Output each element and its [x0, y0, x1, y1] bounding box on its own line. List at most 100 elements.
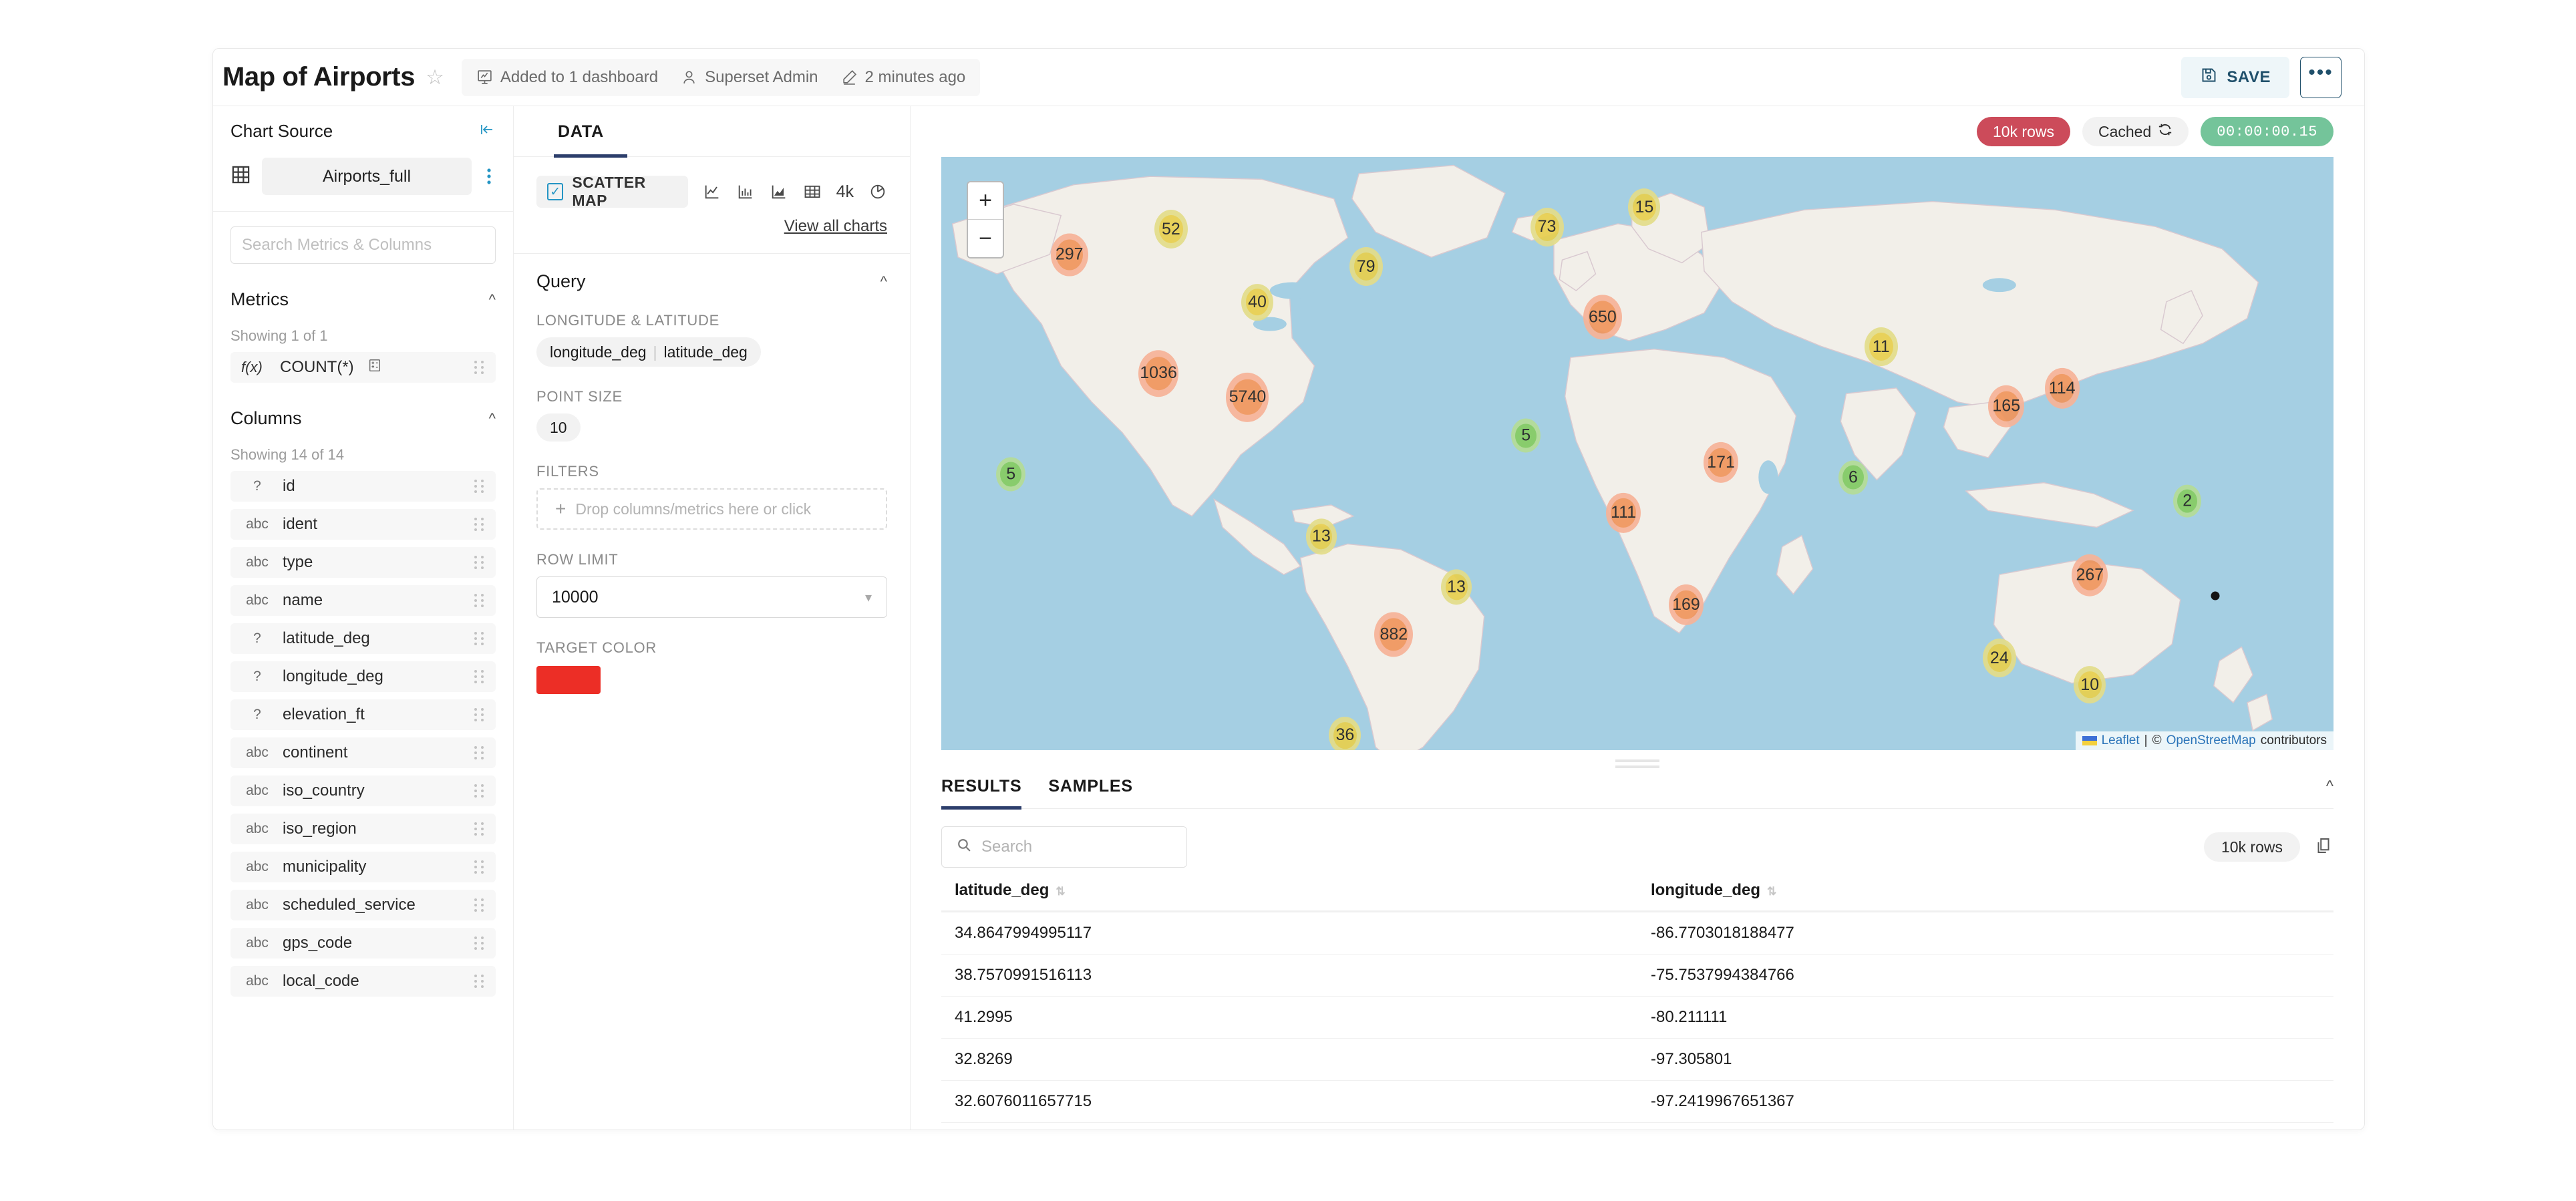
dataset-menu-icon[interactable] [482, 167, 496, 186]
cluster-marker[interactable]: 111 [1606, 493, 1641, 533]
viz-type-scatter-map[interactable]: ✓ SCATTER MAP [536, 176, 688, 208]
cluster-marker[interactable]: 882 [1374, 612, 1413, 657]
table-row[interactable]: 32.6076011657715-97.2419967651367 [941, 1081, 2333, 1123]
scatter-map[interactable]: + − 297524079103657405131388236731565051… [941, 157, 2333, 750]
column-item-iso-country[interactable]: abciso_country [230, 776, 496, 806]
tab-samples[interactable]: SAMPLES [1048, 777, 1132, 808]
modified-meta[interactable]: 2 minutes ago [841, 68, 966, 87]
big-number-4k-icon[interactable]: 4k [836, 182, 854, 202]
drag-handle-icon[interactable] [474, 361, 485, 374]
chevron-up-icon[interactable]: ^ [880, 275, 887, 289]
bar-chart-icon[interactable] [736, 182, 755, 201]
cluster-marker[interactable]: 10 [2074, 666, 2106, 703]
drag-handle-icon[interactable] [474, 975, 485, 988]
drag-handle-icon[interactable] [474, 594, 485, 607]
collapse-results-icon[interactable]: ^ [2326, 778, 2333, 808]
point-marker[interactable] [2211, 592, 2219, 600]
area-chart-icon[interactable] [770, 182, 788, 201]
filters-dropzone[interactable]: + Drop columns/metrics here or click [536, 488, 887, 530]
more-options-button[interactable]: ••• [2300, 57, 2342, 98]
tab-results[interactable]: RESULTS [941, 777, 1021, 808]
column-item-municipality[interactable]: abcmunicipality [230, 852, 496, 882]
save-button[interactable]: SAVE [2181, 57, 2289, 98]
owner-meta[interactable]: Superset Admin [681, 68, 818, 87]
zoom-out-button[interactable]: − [968, 220, 1003, 257]
table-icon[interactable] [803, 182, 822, 201]
drag-handle-icon[interactable] [474, 898, 485, 912]
line-chart-icon[interactable] [703, 182, 721, 201]
cluster-marker[interactable]: 40 [1241, 284, 1273, 321]
drag-handle-icon[interactable] [474, 708, 485, 721]
results-search-input[interactable]: Search [941, 826, 1187, 868]
status-badge-cached[interactable]: Cached [2082, 117, 2189, 146]
drag-handle-icon[interactable] [474, 784, 485, 798]
view-all-charts-link[interactable]: View all charts [514, 208, 910, 253]
query-section-header[interactable]: Query ^ [536, 271, 887, 292]
copy-icon[interactable] [2313, 836, 2333, 859]
column-item-type[interactable]: abctype [230, 547, 496, 578]
dashboard-count-meta[interactable]: Added to 1 dashboard [476, 68, 658, 87]
cluster-marker[interactable]: 267 [2072, 554, 2108, 596]
results-column-header[interactable]: longitude_deg⇅ [1637, 881, 2333, 912]
table-row[interactable]: 41.2995-80.211111 [941, 997, 2333, 1039]
table-row[interactable]: 32.8269-97.305801 [941, 1039, 2333, 1081]
drag-handle-icon[interactable] [474, 822, 485, 836]
search-metrics-columns-input[interactable]: Search Metrics & Columns [230, 226, 496, 264]
results-column-header[interactable]: latitude_deg⇅ [941, 881, 1637, 912]
drag-handle-icon[interactable] [474, 518, 485, 531]
column-item-gps-code[interactable]: abcgps_code [230, 928, 496, 959]
drag-handle-icon[interactable] [474, 936, 485, 950]
table-row[interactable]: 34.8647994995117-86.7703018188477 [941, 912, 2333, 955]
cluster-marker[interactable]: 169 [1669, 584, 1704, 625]
drag-handle-icon[interactable] [474, 480, 485, 493]
drag-handle-icon[interactable] [474, 556, 485, 569]
cluster-marker[interactable]: 73 [1531, 208, 1564, 246]
table-row[interactable]: 38.7570991516113-75.7537994384766 [941, 955, 2333, 997]
column-item-scheduled-service[interactable]: abcscheduled_service [230, 890, 496, 920]
leaflet-link[interactable]: Leaflet [2102, 733, 2140, 748]
metrics-section-header[interactable]: Metrics ^ [230, 289, 496, 310]
point-size-value-pill[interactable]: 10 [536, 413, 581, 442]
cluster-marker[interactable]: 15 [1628, 189, 1660, 226]
column-item-name[interactable]: abcname [230, 585, 496, 616]
cluster-marker[interactable]: 36 [1329, 717, 1361, 750]
cluster-marker[interactable]: 5 [1511, 419, 1541, 453]
metric-item-count-star[interactable]: f(x) COUNT(*) [230, 352, 496, 383]
cluster-marker[interactable]: 2 [2173, 485, 2201, 518]
tab-data[interactable]: DATA [514, 106, 910, 157]
cluster-marker[interactable]: 5740 [1226, 373, 1269, 422]
drag-handle-icon[interactable] [474, 632, 485, 645]
openstreetmap-link[interactable]: OpenStreetMap [2166, 733, 2256, 748]
cluster-marker[interactable]: 11 [1865, 327, 1898, 366]
sort-arrows-icon[interactable]: ⇅ [1056, 885, 1065, 898]
target-color-swatch[interactable] [536, 666, 601, 694]
drag-handle-icon[interactable] [474, 670, 485, 683]
drag-handle-icon[interactable] [474, 860, 485, 874]
metrics-columns-scroll[interactable]: Search Metrics & Columns Metrics ^ Showi… [213, 212, 513, 1130]
column-item-latitude-deg[interactable]: ?latitude_deg [230, 623, 496, 654]
collapse-panel-icon[interactable] [478, 122, 496, 141]
row-limit-select[interactable]: 10000 ▾ [536, 576, 887, 618]
chevron-up-icon[interactable]: ^ [489, 293, 496, 307]
cluster-marker[interactable]: 5 [996, 458, 1025, 492]
cluster-marker[interactable]: 1036 [1138, 350, 1178, 397]
column-item-longitude-deg[interactable]: ?longitude_deg [230, 661, 496, 692]
cluster-marker[interactable]: 79 [1349, 247, 1383, 286]
cluster-marker[interactable]: 13 [1441, 569, 1472, 605]
lonlat-value-pill[interactable]: longitude_deg | latitude_deg [536, 337, 761, 367]
column-item-local-code[interactable]: abclocal_code [230, 966, 496, 997]
panel-resize-handle[interactable] [911, 750, 2364, 777]
column-item-continent[interactable]: abccontinent [230, 737, 496, 768]
dataset-name-pill[interactable]: Airports_full [262, 158, 472, 195]
map-zoom-controls[interactable]: + − [967, 181, 1004, 259]
column-item-id[interactable]: ?id [230, 471, 496, 502]
cluster-marker[interactable]: 6 [1838, 460, 1868, 494]
favorite-star-icon[interactable]: ☆ [426, 67, 444, 88]
cluster-marker[interactable]: 297 [1051, 233, 1088, 277]
cluster-marker[interactable]: 24 [1983, 639, 2016, 677]
cluster-marker[interactable]: 13 [1306, 519, 1337, 554]
zoom-in-button[interactable]: + [968, 182, 1003, 220]
columns-section-header[interactable]: Columns ^ [230, 408, 496, 429]
cluster-marker[interactable]: 165 [1988, 385, 2024, 427]
cluster-marker[interactable]: 650 [1583, 295, 1622, 339]
